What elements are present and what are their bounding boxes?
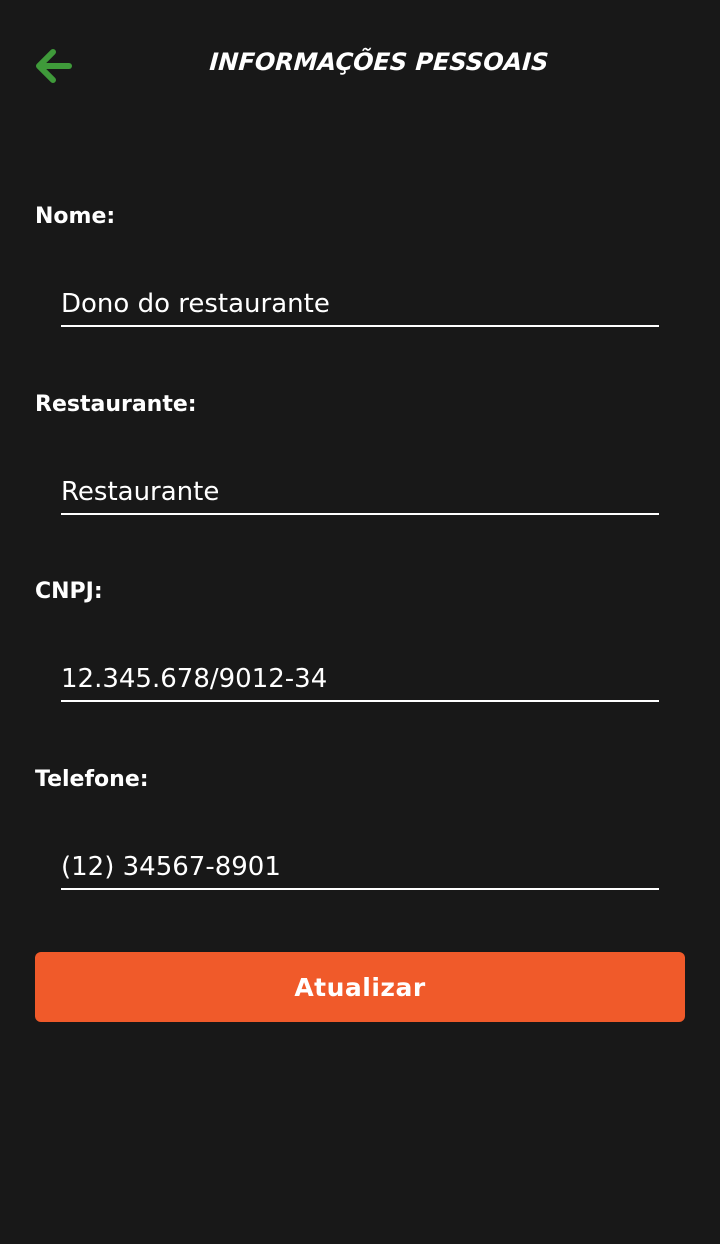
page-title: INFORMAÇÕES PESSOAIS	[208, 48, 550, 76]
name-input[interactable]	[61, 283, 659, 327]
cnpj-label: CNPJ:	[35, 579, 103, 604]
cnpj-input[interactable]	[61, 658, 659, 702]
personal-info-screen: INFORMAÇÕES PESSOAIS Nome: Restaurante: …	[0, 0, 720, 1244]
phone-input[interactable]	[61, 846, 659, 890]
name-label: Nome:	[35, 204, 116, 229]
restaurant-label: Restaurante:	[35, 392, 197, 417]
phone-label: Telefone:	[35, 767, 149, 792]
header: INFORMAÇÕES PESSOAIS	[0, 0, 720, 130]
restaurant-input[interactable]	[61, 471, 659, 515]
update-button[interactable]: Atualizar	[35, 952, 685, 1022]
